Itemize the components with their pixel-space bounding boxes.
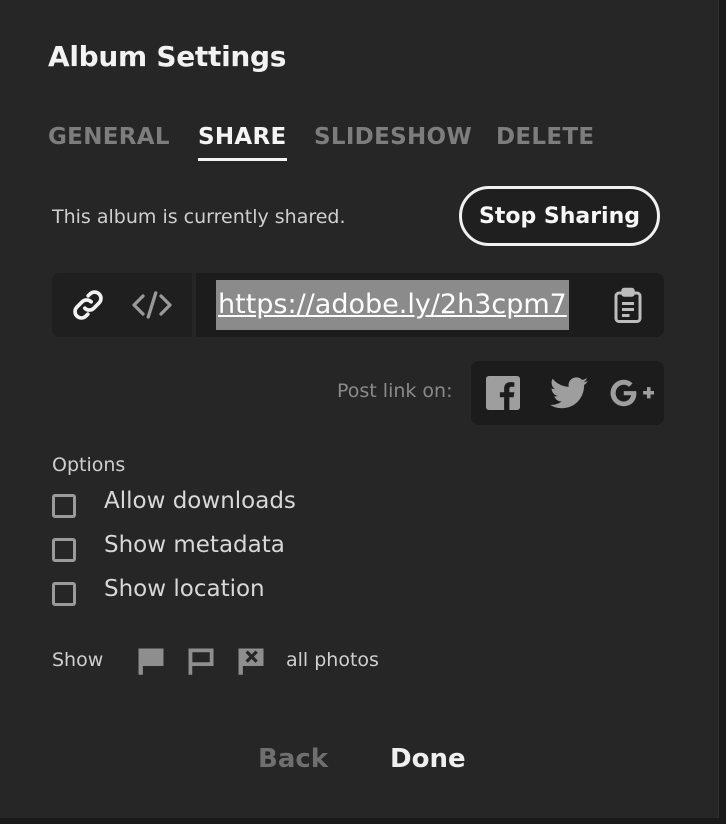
- show-metadata-checkbox[interactable]: [52, 538, 76, 562]
- link-bar-divider: [192, 273, 196, 337]
- post-link-label: Post link on:: [337, 380, 453, 402]
- tab-share[interactable]: SHARE: [198, 124, 287, 161]
- social-share-bar: [471, 361, 664, 425]
- tab-slideshow[interactable]: SLIDESHOW: [314, 124, 472, 150]
- tab-general[interactable]: GENERAL: [48, 124, 170, 150]
- allow-downloads-checkbox[interactable]: [52, 494, 76, 518]
- show-filter-label: Show: [52, 649, 104, 671]
- unflagged-icon[interactable]: [186, 646, 216, 680]
- flagged-icon[interactable]: [136, 646, 166, 680]
- share-status-text: This album is currently shared.: [52, 206, 346, 228]
- google-plus-icon[interactable]: [609, 375, 655, 411]
- options-heading: Options: [52, 454, 126, 476]
- done-button[interactable]: Done: [390, 744, 466, 774]
- show-location-checkbox[interactable]: [52, 582, 76, 606]
- back-button[interactable]: Back: [258, 744, 328, 774]
- share-url[interactable]: https://adobe.ly/2h3cpm7: [216, 280, 569, 330]
- show-location-label: Show location: [104, 576, 265, 602]
- album-settings-dialog: Album Settings GENERAL SHARE SLIDESHOW D…: [0, 0, 719, 818]
- embed-code-icon[interactable]: [128, 287, 176, 323]
- clipboard-icon[interactable]: [608, 287, 648, 323]
- link-icon[interactable]: [66, 287, 110, 323]
- show-metadata-label: Show metadata: [104, 532, 285, 558]
- show-filter-value: all photos: [286, 649, 379, 671]
- share-link-bar: https://adobe.ly/2h3cpm7: [52, 273, 664, 337]
- stop-sharing-button[interactable]: Stop Sharing: [459, 186, 660, 246]
- allow-downloads-label: Allow downloads: [104, 488, 296, 514]
- twitter-icon[interactable]: [549, 375, 589, 411]
- tab-delete[interactable]: DELETE: [496, 124, 594, 150]
- rejected-icon[interactable]: [236, 646, 266, 680]
- dialog-title: Album Settings: [48, 40, 287, 73]
- share-url-field[interactable]: https://adobe.ly/2h3cpm7: [216, 273, 569, 337]
- facebook-icon[interactable]: [485, 375, 521, 411]
